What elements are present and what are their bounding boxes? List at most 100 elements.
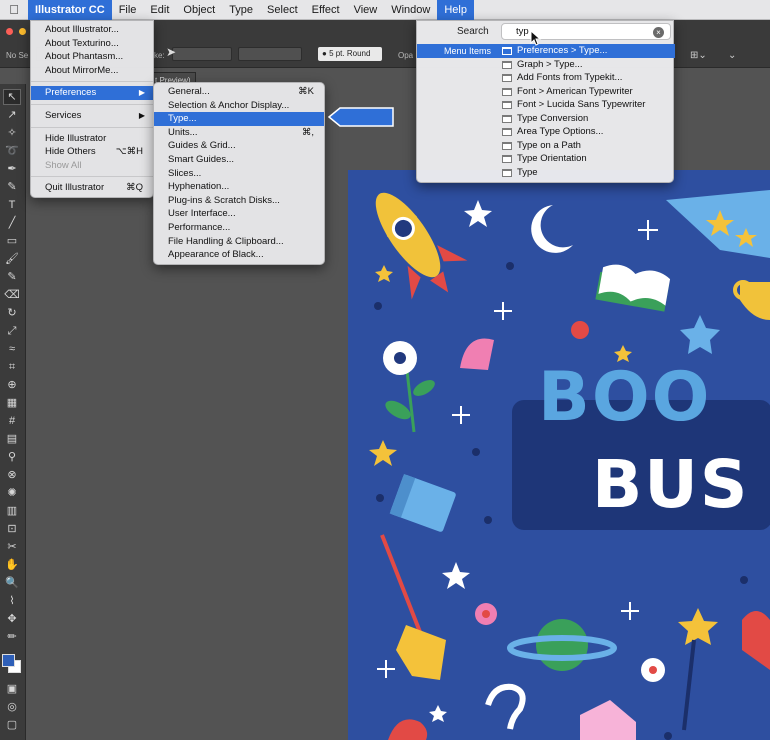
pref-item-type[interactable]: Type... <box>154 112 324 126</box>
menu-edit[interactable]: Edit <box>143 0 176 20</box>
free-transform-tool-icon[interactable]: ⌗ <box>4 360 20 374</box>
align-icon[interactable]: ⊞⌄ <box>690 50 707 61</box>
artboard-tool-icon[interactable]: ⊡ <box>4 522 20 536</box>
menu-view[interactable]: View <box>347 0 385 20</box>
draw-mode-icon[interactable]: ◎ <box>4 700 20 714</box>
help-result-item[interactable]: Type Orientation <box>501 152 675 166</box>
type-tool-icon[interactable]: T <box>4 198 20 212</box>
help-search-label: Search <box>457 26 489 37</box>
perspective-grid-tool-icon[interactable]: ▦ <box>4 396 20 410</box>
help-result-item[interactable]: Area Type Options... <box>501 125 675 139</box>
column-graph-tool-icon[interactable]: ▥ <box>4 504 20 518</box>
shaper-tool-icon[interactable]: ✎ <box>4 270 20 284</box>
fill-swatch[interactable] <box>2 654 15 667</box>
brush-definition-field[interactable]: ● 5 pt. Round <box>318 47 382 61</box>
menu-item-hide-others[interactable]: Hide Others ⌥⌘H <box>31 145 153 159</box>
help-result-item[interactable]: Preferences > Type... <box>501 44 675 58</box>
menu-file[interactable]: File <box>112 0 144 20</box>
pref-item-units[interactable]: Units... ⌘, <box>154 126 324 140</box>
pref-item-general[interactable]: General... ⌘K <box>154 85 324 99</box>
variable-width-field[interactable] <box>238 47 302 61</box>
menu-item-hide-illustrator[interactable]: Hide Illustrator <box>31 132 153 146</box>
help-result-item[interactable]: Add Fonts from Typekit... <box>501 71 675 85</box>
scale-tool-icon[interactable]: ⤢ <box>4 324 20 338</box>
pref-item-file-handling[interactable]: File Handling & Clipboard... <box>154 235 324 249</box>
pref-item-selection-anchor[interactable]: Selection & Anchor Display... <box>154 99 324 113</box>
paintbrush-tool-icon[interactable]: 🖌 <box>4 252 20 266</box>
minimize-window-button[interactable] <box>19 28 26 35</box>
pref-item-hyphenation[interactable]: Hyphenation... <box>154 180 324 194</box>
send-arrow-icon[interactable]: ➤ <box>166 45 176 59</box>
pref-item-slices[interactable]: Slices... <box>154 167 324 181</box>
pref-item-appearance-black[interactable]: Appearance of Black... <box>154 248 324 262</box>
menu-item-icon <box>502 128 512 136</box>
help-result-label: Font > Lucida Sans Typewriter <box>517 99 646 110</box>
window-controls <box>6 28 26 35</box>
zoom-tool-icon[interactable]: 🔍 <box>4 576 20 590</box>
menu-item-about-texturino[interactable]: About Texturino... <box>31 37 153 51</box>
shape-builder-tool-icon[interactable]: ⊕ <box>4 378 20 392</box>
menu-item-about-mirrorme[interactable]: About MirrorMe... <box>31 64 153 78</box>
direct-selection-tool-icon[interactable]: ↗ <box>4 108 20 122</box>
artboard[interactable]: BOO BUS <box>348 170 770 740</box>
eraser-tool-icon[interactable]: ⌫ <box>4 288 20 302</box>
screen-mode-icon[interactable]: ▢ <box>4 718 20 732</box>
pref-item-user-interface[interactable]: User Interface... <box>154 207 324 221</box>
symbol-sprayer-tool-icon[interactable]: ✺ <box>4 486 20 500</box>
pen-tool-icon[interactable]: ✒ <box>4 162 20 176</box>
line-tool-icon[interactable]: ╱ <box>4 216 20 230</box>
menu-help[interactable]: Help <box>437 0 474 20</box>
menu-item-about-phantasm[interactable]: About Phantasm... <box>31 50 153 64</box>
shortcut-label: ⌥⌘H <box>115 146 143 158</box>
pref-item-performance[interactable]: Performance... <box>154 221 324 235</box>
menu-object[interactable]: Object <box>176 0 222 20</box>
menu-item-about-illustrator[interactable]: About Illustrator... <box>31 23 153 37</box>
pref-item-guides-grid[interactable]: Guides & Grid... <box>154 139 324 153</box>
stroke-weight-field[interactable] <box>172 47 232 61</box>
blend-tool-icon[interactable]: ⊗ <box>4 468 20 482</box>
magic-wand-tool-icon[interactable]: ✧ <box>4 126 20 140</box>
rotate-tool-icon[interactable]: ↻ <box>4 306 20 320</box>
puppet-warp-tool-icon[interactable]: ✥ <box>4 612 20 626</box>
mesh-tool-icon[interactable]: # <box>4 414 20 428</box>
help-result-item[interactable]: Font > American Typewriter <box>501 85 675 99</box>
panel-menu-icon[interactable]: ⌄ <box>728 50 736 61</box>
slice-tool-icon[interactable]: ✂ <box>4 540 20 554</box>
apple-menu-icon[interactable]:  <box>0 2 28 17</box>
pencil-tool-icon[interactable]: ✏ <box>4 630 20 644</box>
hand-tool-icon[interactable]: ✋ <box>4 558 20 572</box>
selection-tool-icon[interactable]: ↖ <box>3 89 21 105</box>
submenu-arrow-icon: ▶ <box>138 88 145 98</box>
help-search-input[interactable]: typ × <box>501 23 671 40</box>
color-mode-icon[interactable]: ▣ <box>4 682 20 696</box>
menu-item-quit-illustrator[interactable]: Quit Illustrator ⌘Q <box>31 181 153 195</box>
wand-icon <box>682 639 696 731</box>
menu-item-services[interactable]: Services ▶ <box>31 109 153 123</box>
pref-item-plugins-scratch[interactable]: Plug-ins & Scratch Disks... <box>154 194 324 208</box>
menu-select[interactable]: Select <box>260 0 305 20</box>
help-result-item[interactable]: Type Conversion <box>501 112 675 126</box>
eyedropper-tool-icon[interactable]: ⚲ <box>4 450 20 464</box>
help-result-item[interactable]: Graph > Type... <box>501 58 675 72</box>
menu-illustrator-cc[interactable]: Illustrator CC <box>28 0 112 20</box>
menu-window[interactable]: Window <box>384 0 437 20</box>
notebook-icon <box>389 474 456 532</box>
help-result-item[interactable]: Type on a Path <box>501 139 675 153</box>
help-pointer-arrow-icon <box>328 107 394 127</box>
pref-item-smart-guides[interactable]: Smart Guides... <box>154 153 324 167</box>
knife-tool-icon[interactable]: ⌇ <box>4 594 20 608</box>
close-window-button[interactable] <box>6 28 13 35</box>
tools-panel: ↖ ↗ ✧ ➰ ✒ ✎ T ╱ ▭ 🖌 ✎ ⌫ ↻ ⤢ ≈ ⌗ ⊕ ▦ # ▤ … <box>0 84 26 740</box>
menu-type[interactable]: Type <box>222 0 260 20</box>
menu-item-preferences[interactable]: Preferences ▶ <box>31 86 153 100</box>
clear-search-icon[interactable]: × <box>653 27 664 38</box>
menu-effect[interactable]: Effect <box>305 0 347 20</box>
help-result-item[interactable]: Type <box>501 166 675 180</box>
help-result-item[interactable]: Font > Lucida Sans Typewriter <box>501 98 675 112</box>
curvature-tool-icon[interactable]: ✎ <box>4 180 20 194</box>
rectangle-tool-icon[interactable]: ▭ <box>4 234 20 248</box>
help-result-label: Type <box>517 166 538 178</box>
gradient-tool-icon[interactable]: ▤ <box>4 432 20 446</box>
warp-tool-icon[interactable]: ≈ <box>4 342 20 356</box>
lasso-tool-icon[interactable]: ➰ <box>4 144 20 158</box>
